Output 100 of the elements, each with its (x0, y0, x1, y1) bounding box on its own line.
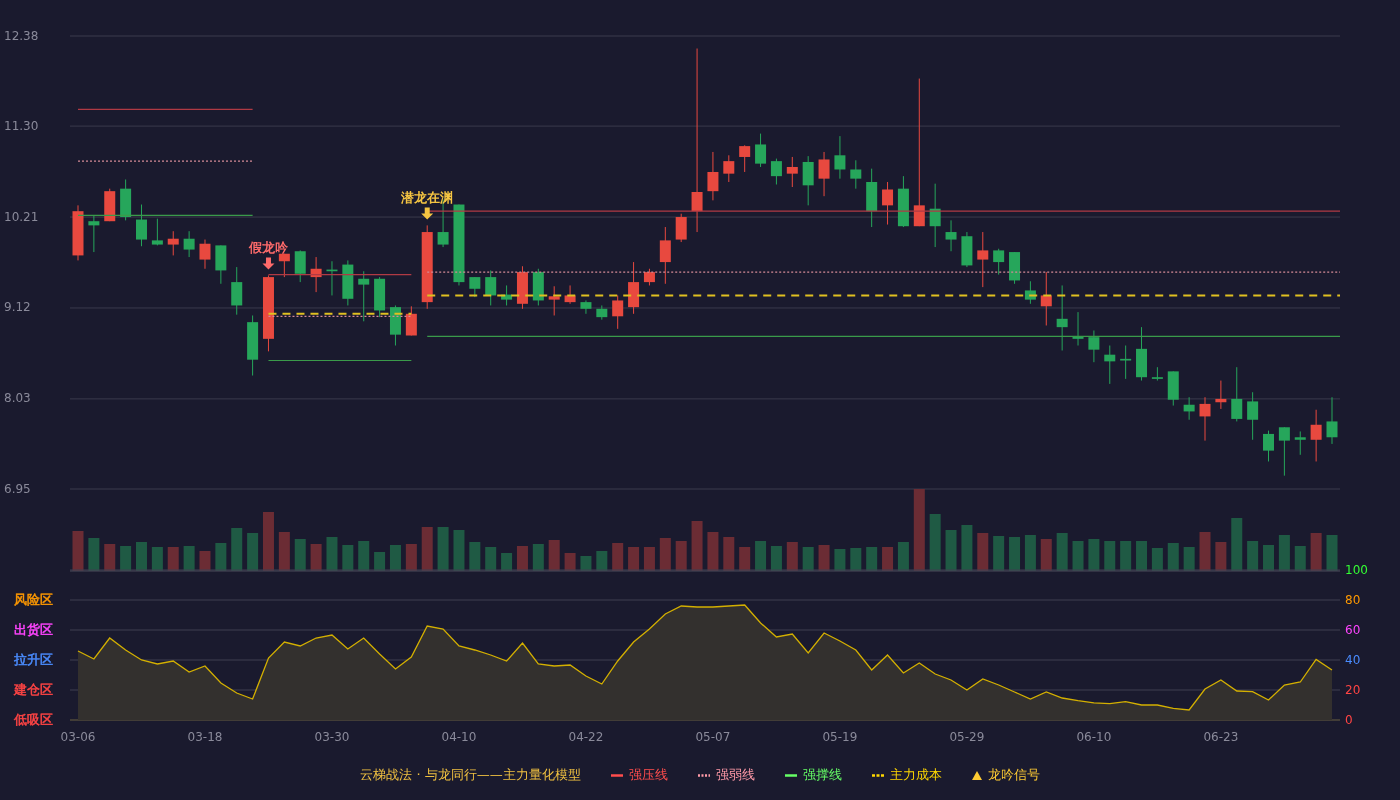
x-axis-label: 03-18 (187, 729, 223, 744)
candlestick (897, 175, 909, 228)
volume-bar (215, 543, 227, 571)
x-axis-label: 04-10 (441, 729, 477, 744)
candlestick (516, 265, 528, 310)
volume-bar (501, 553, 513, 571)
y-axis-label: 20 (1345, 682, 1361, 697)
candlestick (405, 305, 417, 336)
legend-label: 龙吟信号 (987, 766, 1040, 784)
candlestick (1104, 345, 1116, 385)
volume-bar (1294, 546, 1306, 571)
volume-bar (929, 514, 941, 571)
volume-bar (1120, 541, 1132, 571)
zone-label: 风险区 (14, 591, 53, 607)
signal-label: 假龙吟 (249, 240, 288, 256)
candlestick (564, 284, 576, 305)
candlestick (104, 188, 116, 222)
volume-bar (580, 556, 592, 571)
candlestick (342, 259, 354, 306)
candlestick (1294, 430, 1306, 456)
volume-bar (294, 539, 306, 571)
volume-bar (1136, 541, 1147, 571)
volume-bar (120, 546, 132, 571)
y-axis-label: 0 (1345, 712, 1353, 727)
candlestick (818, 151, 830, 197)
volume-bar (1104, 541, 1116, 571)
volume-bar (1199, 532, 1211, 571)
candlestick (977, 231, 989, 288)
candlestick (215, 244, 227, 285)
volume-bar (723, 537, 735, 571)
volume-bar (1215, 542, 1227, 571)
volume-bar (310, 544, 322, 571)
volume-bar (231, 528, 243, 571)
volume-bar (643, 547, 655, 571)
volume-bar (755, 541, 767, 571)
volume-bar (1151, 548, 1163, 571)
candlestick (882, 181, 894, 226)
volume-bar (961, 525, 973, 571)
candlestick (993, 248, 1005, 276)
candlestick (548, 285, 560, 316)
candlestick (1183, 396, 1195, 421)
candlestick (1215, 380, 1227, 410)
legend-title: 云梯战法 · 与龙同行——主力量化模型 (360, 766, 581, 784)
volume-bar (1247, 541, 1259, 571)
zone-label: 出货区 (14, 621, 53, 637)
legend-label: 强弱线 (715, 766, 755, 784)
candlestick (88, 214, 100, 253)
candlestick (834, 135, 846, 180)
zone-label: 建仓区 (14, 681, 53, 697)
volume-bar (675, 541, 687, 571)
y-axis-label: 60 (1345, 622, 1361, 637)
x-axis-label: 03-06 (60, 729, 96, 744)
x-axis-label: 05-19 (822, 729, 858, 744)
y-axis-label: 6.95 (4, 481, 31, 496)
volume-bar (628, 547, 640, 571)
volume-bar (437, 527, 449, 571)
volume-bar (136, 542, 147, 571)
candlestick (1199, 396, 1211, 442)
volume-bar (548, 540, 560, 571)
volume-bar (485, 547, 497, 571)
candlestick (310, 256, 322, 293)
volume-bar (374, 552, 386, 571)
candlestick (1040, 271, 1052, 326)
candlestick (183, 230, 195, 258)
volume-bar (1167, 543, 1179, 571)
volume-bar (659, 538, 671, 571)
candlestick (1167, 370, 1179, 407)
candlestick (850, 159, 862, 190)
volume-bar (183, 546, 195, 571)
candlestick (389, 304, 401, 346)
volume-bar (199, 551, 211, 571)
volume-bar (945, 530, 957, 571)
volume-bar (1056, 533, 1068, 571)
volume-bar (897, 542, 909, 571)
candlestick (151, 218, 163, 246)
candlestick (1056, 284, 1068, 351)
zone-label: 低吸区 (14, 711, 53, 727)
candlestick (501, 284, 513, 306)
candlestick (1326, 396, 1338, 445)
candlestick (707, 151, 719, 201)
candlestick (1136, 326, 1147, 382)
volume-bar (1231, 518, 1243, 571)
candlestick (469, 276, 481, 298)
x-axis-label: 04-22 (568, 729, 604, 744)
candlestick (247, 315, 259, 377)
volume-bar (882, 547, 894, 571)
candlestick (739, 144, 751, 173)
volume-bar (1326, 535, 1338, 571)
y-axis-label: 40 (1345, 652, 1361, 667)
candlestick (326, 260, 338, 296)
x-axis-label: 03-30 (314, 729, 350, 744)
candlestick (755, 133, 767, 168)
candlestick (1263, 430, 1274, 462)
volume-bar (834, 549, 846, 571)
volume-bar (707, 532, 719, 571)
y-axis-label: 8.03 (4, 391, 31, 406)
volume-bar (850, 548, 862, 571)
volume-bar (1088, 539, 1100, 571)
volume-bar (612, 543, 624, 571)
volume-bar (405, 544, 417, 571)
